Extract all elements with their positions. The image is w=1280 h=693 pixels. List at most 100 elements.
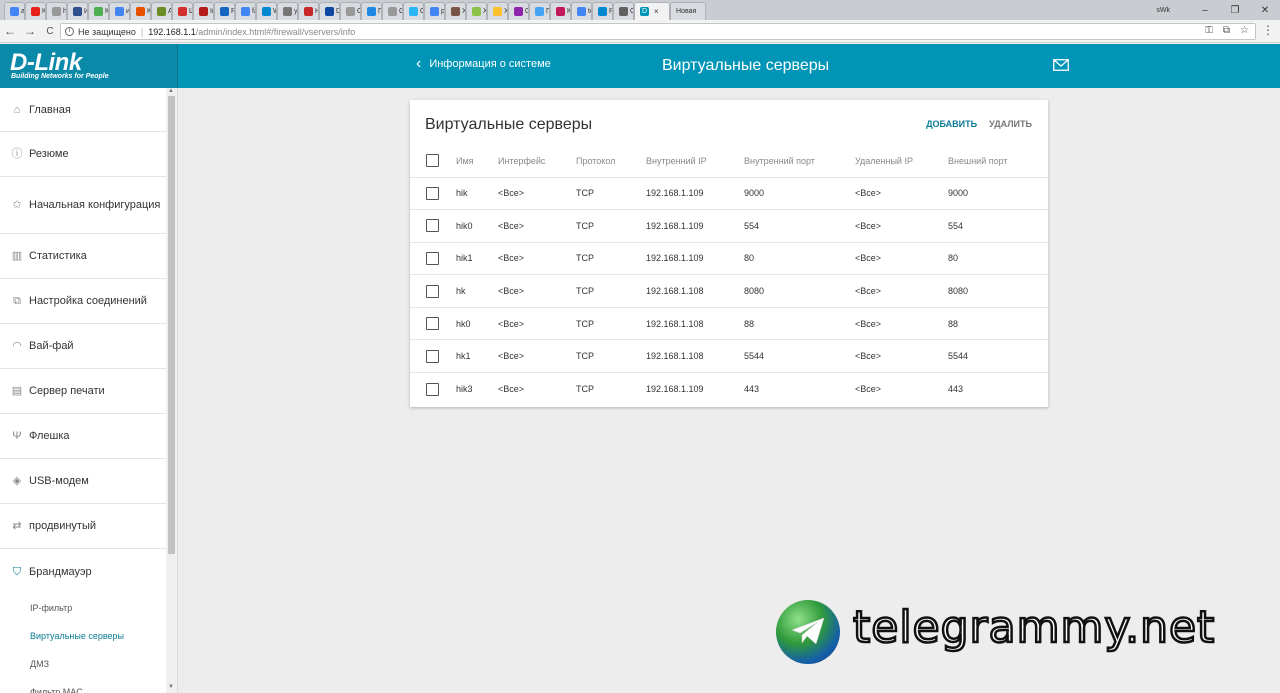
browser-tab[interactable]: Ку [130, 2, 151, 20]
add-button[interactable]: ДОБАВИТЬ [926, 119, 977, 129]
delete-button[interactable]: УДАЛИТЬ [989, 119, 1032, 129]
table-row[interactable]: hik1 <Все> TCP 192.168.1.109 80 <Все> 80 [410, 242, 1048, 276]
browser-tab[interactable]: Ха [445, 2, 466, 20]
browser-tab[interactable]: РА [214, 2, 235, 20]
sidebar-item-advanced[interactable]: ⇄ продвинутый [0, 504, 166, 549]
column-header[interactable]: Удаленный IP [855, 145, 948, 178]
table-cell: <Все> [855, 274, 948, 308]
browser-tab[interactable]: Cб [403, 2, 424, 20]
column-header[interactable]: Имя [456, 145, 498, 178]
row-checkbox[interactable] [426, 251, 439, 265]
row-checkbox[interactable] [426, 349, 439, 363]
sidebar-item-printer[interactable]: ▤ Сервер печати [0, 369, 166, 414]
scroll-up-icon[interactable]: ▲ [168, 88, 174, 94]
back-button[interactable]: ← [0, 24, 20, 38]
table-row[interactable]: hk0 <Все> TCP 192.168.1.108 88 <Все> 88 [410, 307, 1048, 341]
row-checkbox[interactable] [426, 382, 439, 396]
translate-icon[interactable]: ⧉ [1223, 25, 1230, 36]
browser-tab[interactable]: Ос [508, 2, 529, 20]
scroll-down-icon[interactable]: ▼ [168, 684, 174, 690]
shield-icon: ⛉ [12, 565, 22, 578]
firewall-subitem[interactable]: Фильтр MAC [0, 678, 166, 693]
table-row[interactable]: hk <Все> TCP 192.168.1.108 8080 <Все> 8080 [410, 274, 1048, 308]
browser-tab[interactable]: Ind [193, 2, 214, 20]
table-cell: 80 [948, 242, 1048, 276]
firewall-subitem[interactable]: ДМЗ [0, 650, 166, 678]
browser-tab[interactable]: Пр [361, 2, 382, 20]
scroll-thumb[interactable] [168, 96, 175, 554]
table-row[interactable]: hk1 <Все> TCP 192.168.1.108 5544 <Все> 5544 [410, 339, 1048, 374]
sidebar-item-shield[interactable]: ⛉ Брандмауэр [0, 549, 166, 594]
browser-tab[interactable]: htt [46, 2, 67, 20]
browser-menu-icon[interactable]: ⋮ [1262, 23, 1274, 37]
sidebar-item-modem[interactable]: ◈ USB-модем [0, 459, 166, 504]
info-icon[interactable]: i [65, 27, 74, 36]
minimize-button[interactable]: – [1190, 5, 1220, 16]
bookmark-star-icon[interactable]: ☆ [1240, 25, 1249, 36]
browser-tab[interactable]: am [4, 2, 25, 20]
row-checkbox[interactable] [426, 284, 439, 298]
key-icon[interactable]: ⚿ [1205, 25, 1213, 36]
browser-tab[interactable]: Ха [487, 2, 508, 20]
table-row[interactable]: hik0 <Все> TCP 192.168.1.109 554 <Все> 554 [410, 209, 1048, 243]
sidebar-item-usb[interactable]: Ψ Флешка [0, 414, 166, 459]
table-row[interactable]: hik3 <Все> TCP 192.168.1.109 443 <Все> 443 [410, 373, 1048, 406]
column-header[interactable]: Внешний порт [948, 145, 1048, 178]
browser-tab[interactable]: Ра [592, 2, 613, 20]
table-cell: 9000 [744, 177, 855, 211]
select-all-checkbox[interactable] [426, 154, 439, 168]
table-row[interactable]: hik <Все> TCP 192.168.1.109 9000 <Все> 9000 [410, 177, 1048, 211]
mail-icon[interactable] [1053, 59, 1069, 71]
browser-tab[interactable]: yo [277, 2, 298, 20]
browser-tab[interactable]: Ха [466, 2, 487, 20]
column-header[interactable]: Внутренний IP [646, 145, 744, 178]
url-field[interactable]: i Не защищено | 192.168.1.1/admin/index.… [60, 23, 1256, 40]
browser-tab[interactable]: Co [340, 2, 361, 20]
logo[interactable]: D-Link Building Networks for People [0, 44, 178, 88]
browser-tab[interactable]: fac [235, 2, 256, 20]
browser-tab[interactable]: На [298, 2, 319, 20]
browser-tab[interactable]: D- [319, 2, 340, 20]
sidebar-item-wifi[interactable]: ◠ Вай-фай [0, 324, 166, 369]
column-header[interactable]: Протокол [576, 145, 646, 178]
page-title: Виртуальные серверы [662, 57, 830, 74]
browser-tab[interactable]: Сх [613, 2, 634, 20]
browser-tab[interactable]: ра [424, 2, 445, 20]
close-window-button[interactable]: ✕ [1250, 5, 1280, 16]
user-profile[interactable]: sWk [1156, 7, 1170, 14]
browser-tab[interactable]: Ку [88, 2, 109, 20]
browser-tab[interactable]: Пр [529, 2, 550, 20]
maximize-button[interactable]: ❐ [1220, 5, 1250, 16]
sidebar-item-info[interactable]: ⓘ Резюме [0, 132, 166, 177]
firewall-subitem[interactable]: Виртуальные серверы [0, 622, 166, 650]
browser-tab[interactable]: ин [109, 2, 130, 20]
browser-tab[interactable]: Ав [151, 2, 172, 20]
firewall-subitem[interactable]: IP-фильтр [0, 594, 166, 622]
browser-tab[interactable]: tel [571, 2, 592, 20]
row-select-cell [410, 307, 456, 341]
browser-tab[interactable]: Co [382, 2, 403, 20]
column-header[interactable]: Интерфейс [498, 145, 576, 178]
sidebar-item-bar-chart[interactable]: ▥ Статистика [0, 234, 166, 279]
table-cell: 8080 [744, 274, 855, 308]
browser-tab[interactable]: W [256, 2, 277, 20]
browser-tab[interactable]: Ко [550, 2, 571, 20]
row-checkbox[interactable] [426, 219, 439, 233]
sidebar-item-magic-wand[interactable]: ✩ Начальная конфигурация [0, 177, 166, 234]
sidebar-scrollbar[interactable]: ▲ ▼ [166, 88, 177, 693]
table-cell: TCP [576, 177, 646, 211]
active-tab[interactable]: D × [634, 2, 670, 20]
column-header[interactable]: Внутренний порт [744, 145, 855, 178]
row-checkbox[interactable] [426, 186, 439, 200]
new-tab[interactable]: Новая [670, 2, 706, 20]
browser-tab[interactable]: Кр [25, 2, 46, 20]
browser-tab[interactable]: Ин [67, 2, 88, 20]
sidebar-item-connections[interactable]: ⧉ Настройка соединений [0, 279, 166, 324]
forward-button[interactable]: → [20, 24, 40, 38]
row-checkbox[interactable] [426, 317, 439, 331]
browser-tab[interactable]: Ш [172, 2, 193, 20]
close-tab-icon[interactable]: × [654, 7, 659, 16]
back-to-system-info[interactable]: ‹ Информация о системе [416, 56, 551, 72]
reload-button[interactable]: C [40, 26, 60, 37]
sidebar-item-home[interactable]: ⌂ Главная [0, 88, 166, 132]
